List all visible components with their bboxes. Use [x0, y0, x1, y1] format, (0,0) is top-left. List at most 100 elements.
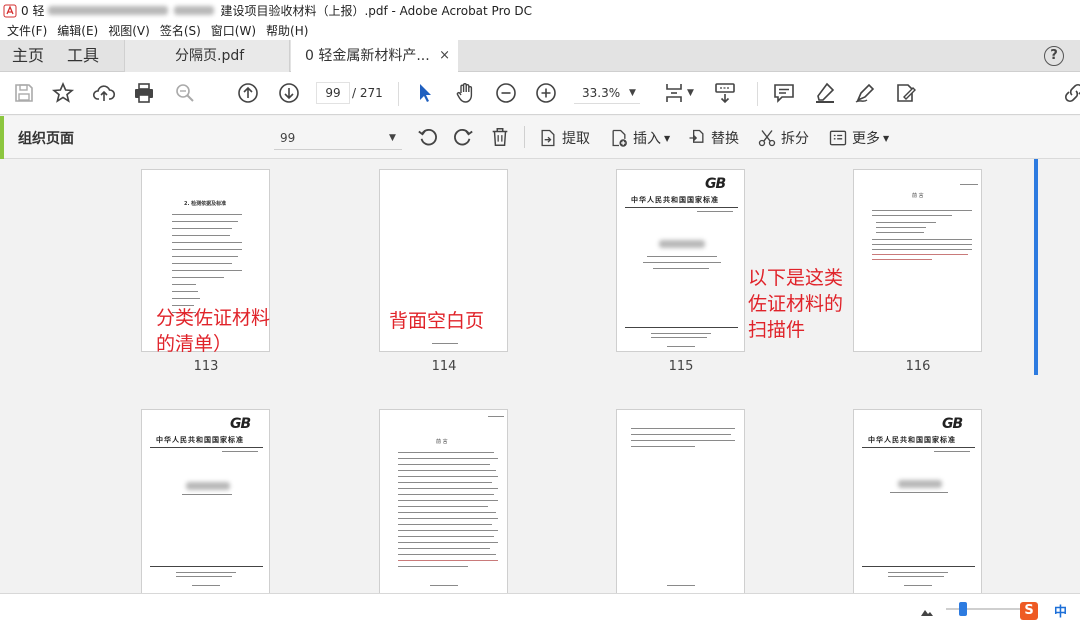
comment-icon[interactable]: [772, 81, 796, 105]
page-thumbnail[interactable]: 前 言: [379, 409, 508, 593]
zoom-in-icon[interactable]: [534, 81, 558, 105]
fit-page-icon[interactable]: [662, 81, 686, 105]
text-line: [398, 548, 490, 549]
text-line: [172, 214, 242, 215]
organize-title: 组织页面: [18, 131, 74, 147]
text-line: [890, 492, 948, 493]
page-thumbnail[interactable]: GB 中华人民共和国国家标准: [141, 409, 270, 593]
mountain-small-icon[interactable]: [920, 603, 934, 622]
text-line: [697, 211, 733, 212]
zoom-out-icon[interactable]: [494, 81, 518, 105]
rotate-left-icon[interactable]: [417, 126, 439, 148]
text-line: [904, 585, 932, 586]
text-line: [398, 488, 498, 489]
menu-view[interactable]: 视图(V): [108, 22, 150, 39]
tab-home[interactable]: 主页: [12, 40, 44, 72]
standard-title: 中华人民共和国国家标准: [631, 196, 719, 204]
cloud-upload-icon[interactable]: [92, 81, 116, 105]
text-line: [398, 494, 494, 495]
text-line: [172, 249, 242, 250]
help-icon[interactable]: ?: [1044, 46, 1064, 66]
tab-tools[interactable]: 工具: [67, 40, 99, 72]
text-line: [643, 262, 721, 263]
hand-icon[interactable]: [453, 81, 477, 105]
page-range-select[interactable]: 99: [274, 126, 402, 150]
page-number: 115: [668, 359, 694, 374]
page-thumbnail[interactable]: GB 中华人民共和国国家标准: [853, 409, 982, 593]
insert-label: 插入: [633, 131, 661, 147]
page-down-icon[interactable]: [277, 81, 301, 105]
main-toolbar: 99 / 271 33.3% ▼ ▼: [0, 72, 1080, 115]
text-line: [172, 235, 230, 236]
extract-button[interactable]: 提取: [538, 126, 590, 150]
toolbar-divider: [398, 82, 399, 106]
standard-title: 中华人民共和国国家标准: [156, 436, 244, 444]
thumbnail-size-slider[interactable]: [946, 608, 1026, 610]
text-line: [398, 482, 492, 483]
page-heading: 前 言: [912, 193, 924, 199]
annotation-blank-page: 背面空白页: [389, 310, 485, 332]
text-line: [398, 458, 498, 459]
insert-button[interactable]: 插入 ▼: [609, 126, 670, 150]
scroll-indicator[interactable]: [1034, 159, 1038, 375]
scroll-mode-icon[interactable]: [713, 81, 737, 105]
page-thumbnail[interactable]: GB 中华人民共和国国家标准: [616, 169, 745, 352]
chevron-down-icon[interactable]: ▼: [389, 133, 396, 143]
menu-sign[interactable]: 签名(S): [160, 22, 201, 39]
tab-bar: 主页 工具 分隔页.pdf 0 轻金属新材料产... × ?: [0, 40, 1080, 72]
page-total: / 271: [352, 86, 383, 100]
gb-logo: GB: [705, 176, 726, 192]
gb-logo: GB: [942, 416, 963, 432]
toolbar-divider: [757, 82, 758, 106]
sign-pen-icon[interactable]: [853, 81, 877, 105]
highlight-icon[interactable]: [813, 81, 837, 105]
ime-indicator[interactable]: S: [1020, 600, 1048, 622]
annotation-checklist: 分类佐证材料 的清单）: [156, 305, 270, 357]
print-icon[interactable]: [132, 81, 156, 105]
text-line: [172, 298, 200, 299]
text-line: [398, 542, 498, 543]
replace-button[interactable]: 替换: [687, 126, 739, 150]
page-heading: 前 言: [436, 439, 448, 445]
page-thumbnail[interactable]: [616, 409, 745, 593]
menu-help[interactable]: 帮助(H): [266, 22, 308, 39]
menu-edit[interactable]: 编辑(E): [57, 22, 98, 39]
menu-window[interactable]: 窗口(W): [211, 22, 256, 39]
delete-trash-icon[interactable]: [489, 126, 511, 148]
rule-line: [625, 327, 738, 328]
page-number-input[interactable]: 99: [316, 82, 350, 104]
star-icon[interactable]: [51, 81, 75, 105]
text-line: [176, 576, 232, 577]
ime-language[interactable]: 中: [1054, 601, 1067, 620]
select-cursor-icon[interactable]: [413, 81, 437, 105]
chevron-down-icon[interactable]: ▼: [629, 88, 636, 98]
menu-file[interactable]: 文件(F): [7, 22, 47, 39]
text-line: [631, 446, 695, 447]
replace-label: 替换: [711, 131, 739, 147]
text-line: [430, 585, 458, 586]
annotation-line: 佐证材料的: [748, 293, 844, 315]
page-number: 113: [193, 359, 219, 374]
chevron-down-icon[interactable]: ▼: [687, 88, 694, 98]
tab-document-active[interactable]: 0 轻金属新材料产... ×: [291, 40, 458, 72]
save-icon[interactable]: [12, 81, 36, 105]
split-button[interactable]: 拆分: [757, 126, 809, 150]
extract-label: 提取: [562, 131, 590, 147]
text-line: [398, 536, 494, 537]
page-up-icon[interactable]: [236, 81, 260, 105]
more-button[interactable]: 更多 ▼: [828, 126, 889, 150]
fill-sign-icon[interactable]: [894, 81, 918, 105]
text-line: [934, 451, 970, 452]
page-thumbnail-grid: 2. 检测依据及标准 113 114 GB 中华人民共和国国家标准 115 前 …: [0, 159, 1080, 593]
page-thumbnail[interactable]: 前 言: [853, 169, 982, 352]
link-icon[interactable]: [1062, 81, 1080, 105]
rule-line: [862, 447, 975, 448]
rotate-right-icon[interactable]: [452, 126, 474, 148]
zoom-search-icon[interactable]: [173, 81, 197, 105]
annotation-line: 扫描件: [748, 319, 806, 341]
close-icon[interactable]: ×: [439, 40, 450, 72]
text-line: [398, 506, 488, 507]
acrobat-icon: [3, 4, 17, 18]
slider-thumb[interactable]: [959, 602, 967, 616]
tab-document-separator[interactable]: 分隔页.pdf: [124, 40, 290, 72]
